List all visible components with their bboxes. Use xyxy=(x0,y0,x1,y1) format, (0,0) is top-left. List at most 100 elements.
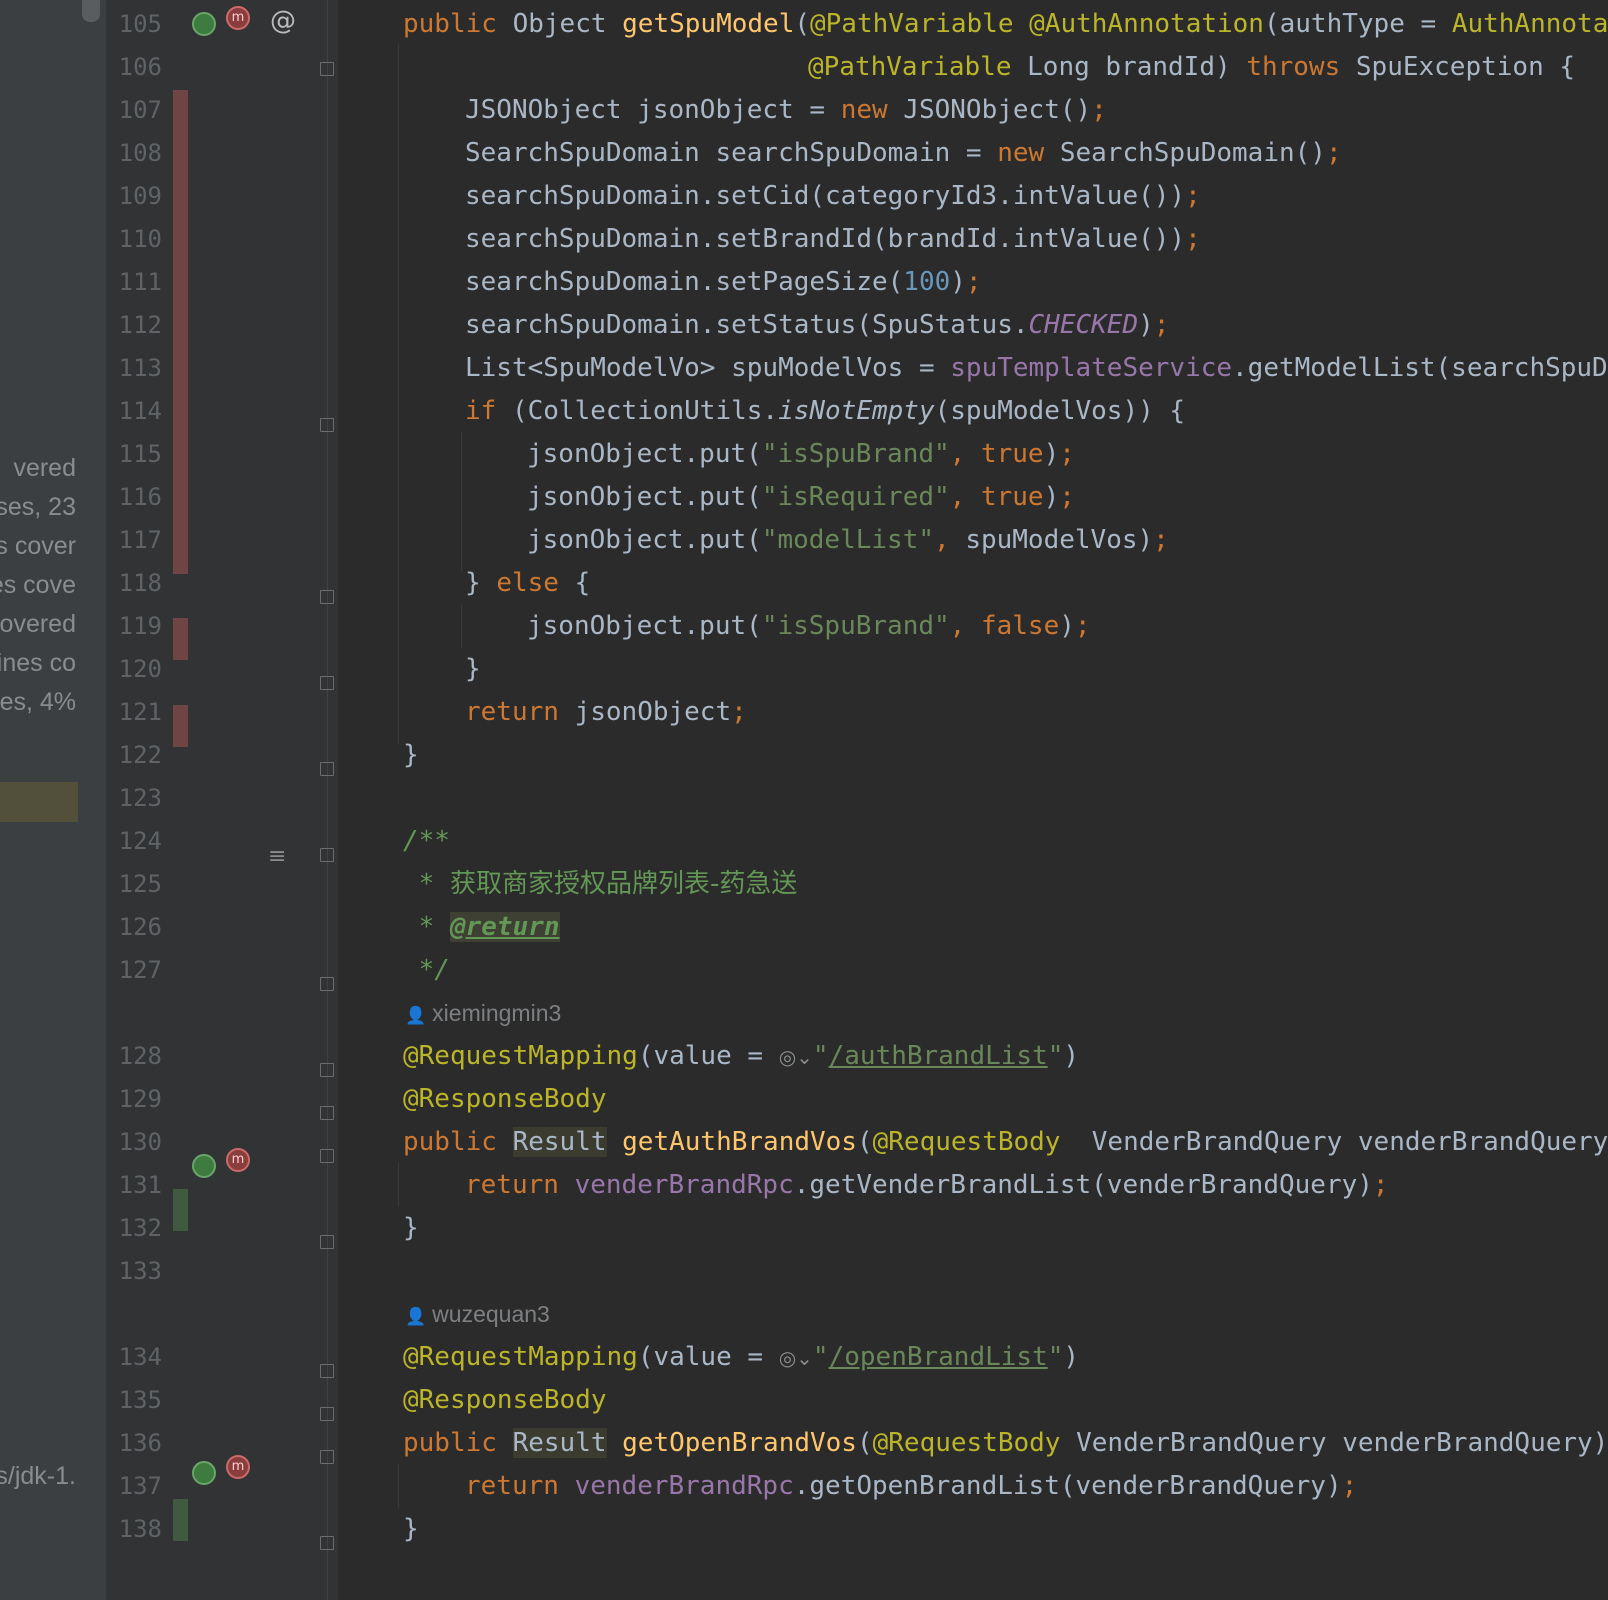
line-number: 109 xyxy=(118,182,162,210)
globe-icon[interactable] xyxy=(192,12,216,36)
globe-dropdown-icon[interactable]: ◎⌄ xyxy=(779,1045,813,1069)
globe-icon[interactable] xyxy=(192,1461,216,1485)
person-icon: 👤 xyxy=(405,1307,427,1326)
globe-dropdown-icon[interactable]: ◎⌄ xyxy=(779,1346,813,1370)
token: jsonObject xyxy=(558,697,732,727)
code-line-134[interactable]: @RequestMapping(value = ◎⌄"/openBrandLis… xyxy=(403,1335,1079,1380)
token: ; xyxy=(731,697,747,727)
token: } xyxy=(465,568,497,598)
coverage-item[interactable]: ses, 23 xyxy=(0,493,76,522)
coverage-item[interactable]: es, 4% xyxy=(0,688,76,717)
coverage-covered-marker[interactable] xyxy=(173,1499,188,1541)
fold-marker[interactable] xyxy=(320,1063,334,1077)
coverage-uncovered-marker[interactable] xyxy=(173,705,188,747)
fold-marker[interactable] xyxy=(320,977,334,991)
fold-marker[interactable] xyxy=(320,1536,334,1550)
code-line-113[interactable]: List<SpuModelVo> spuModelVos = spuTempla… xyxy=(465,346,1608,390)
coverage-item[interactable]: covered xyxy=(0,610,76,639)
code-line-129[interactable]: @ResponseBody xyxy=(403,1077,607,1121)
token: ; xyxy=(1325,138,1342,168)
globe-icon[interactable] xyxy=(192,1154,216,1178)
fold-marker[interactable] xyxy=(320,848,334,862)
indent-guide xyxy=(398,44,399,744)
token: ; xyxy=(1091,95,1107,125)
at-icon[interactable]: @ xyxy=(270,6,296,36)
m-badge-icon[interactable]: m xyxy=(226,1148,250,1172)
coverage-uncovered-marker[interactable] xyxy=(173,618,188,660)
code-line-128[interactable]: @RequestMapping(value = ◎⌄"/authBrandLis… xyxy=(403,1034,1079,1079)
code-line-127[interactable]: */ xyxy=(403,948,450,992)
coverage-item[interactable]: s cover xyxy=(0,532,76,561)
code-line-132[interactable]: } xyxy=(403,1206,419,1250)
code-line-111[interactable]: searchSpuDomain.setPageSize(100); xyxy=(465,260,982,304)
code-line-126[interactable]: * @return xyxy=(403,905,560,949)
token: return xyxy=(465,1170,559,1200)
coverage-uncovered-marker[interactable] xyxy=(173,90,188,574)
code-line-114[interactable]: if (CollectionUtils.isNotEmpty(spuModelV… xyxy=(465,389,1185,433)
m-badge-icon[interactable]: m xyxy=(226,6,250,30)
code-line-107[interactable]: JSONObject jsonObject = new JSONObject()… xyxy=(465,88,1107,132)
panel-scrollbar[interactable] xyxy=(82,0,100,22)
fold-marker[interactable] xyxy=(320,1149,334,1163)
fold-marker[interactable] xyxy=(320,1450,334,1464)
fold-marker[interactable] xyxy=(320,590,334,604)
code-line-124[interactable]: /** xyxy=(403,819,450,863)
code-line-106[interactable]: @PathVariable Long brandId) throws SpuEx… xyxy=(808,45,1575,89)
fold-marker[interactable] xyxy=(320,1364,334,1378)
fold-marker[interactable] xyxy=(320,676,334,690)
code-line-138[interactable]: } xyxy=(403,1507,419,1551)
coverage-item[interactable]: es cove xyxy=(0,571,76,600)
line-number: 134 xyxy=(118,1343,162,1371)
author-inlay[interactable]: 👤 wuzequan3 xyxy=(405,1292,550,1339)
url-link[interactable]: /openBrandList xyxy=(829,1342,1048,1372)
token: .getOpenBrandList(venderBrandQuery) xyxy=(793,1471,1342,1501)
code-line-116[interactable]: jsonObject.put("isRequired", true); xyxy=(527,475,1075,519)
token: ; xyxy=(1153,525,1169,555)
code-line-109[interactable]: searchSpuDomain.setCid(categoryId3.intVa… xyxy=(465,174,1201,218)
code-line-115[interactable]: jsonObject.put("isSpuBrand", true); xyxy=(527,432,1075,476)
line-number: 113 xyxy=(118,354,162,382)
line-number: 117 xyxy=(118,526,162,554)
coverage-item[interactable]: ines co xyxy=(0,649,76,678)
code-line-117[interactable]: jsonObject.put("modelList", spuModelVos)… xyxy=(527,518,1169,562)
code-line-122[interactable]: } xyxy=(403,733,419,777)
code-line-118[interactable]: } else { xyxy=(465,561,590,605)
url-link[interactable]: /authBrandList xyxy=(829,1041,1048,1071)
code-line-119[interactable]: jsonObject.put("isSpuBrand", false); xyxy=(527,604,1091,648)
fold-marker[interactable] xyxy=(320,418,334,432)
code-line-131[interactable]: return venderBrandRpc.getVenderBrandList… xyxy=(465,1163,1389,1207)
m-badge-icon[interactable]: m xyxy=(226,1455,250,1479)
code-line-108[interactable]: SearchSpuDomain searchSpuDomain = new Se… xyxy=(465,131,1342,175)
token: else xyxy=(496,568,559,598)
token: 100 xyxy=(903,267,951,297)
selected-coverage-row[interactable] xyxy=(0,782,78,822)
code-line-136[interactable]: public Result getOpenBrandVos(@RequestBo… xyxy=(403,1421,1608,1465)
render-doc-icon[interactable]: ≡ xyxy=(268,844,292,869)
code-line-121[interactable]: return jsonObject; xyxy=(465,690,747,734)
line-number: 112 xyxy=(118,311,162,339)
coverage-item[interactable]: vered xyxy=(13,454,76,483)
coverage-covered-marker[interactable] xyxy=(173,1189,188,1231)
code-line-120[interactable]: } xyxy=(465,647,481,691)
fold-marker[interactable] xyxy=(320,1106,334,1120)
code-line-135[interactable]: @ResponseBody xyxy=(403,1378,607,1422)
fold-marker[interactable] xyxy=(320,1235,334,1249)
fold-marker[interactable] xyxy=(320,62,334,76)
line-number: 120 xyxy=(118,655,162,683)
panel-divider[interactable] xyxy=(78,0,106,1600)
author-inlay[interactable]: 👤 xiemingmin3 xyxy=(405,991,561,1038)
code-line-125[interactable]: * 获取商家授权品牌列表-药急送 xyxy=(403,862,798,906)
token: Object xyxy=(496,9,623,39)
fold-marker[interactable] xyxy=(320,762,334,776)
code-line-137[interactable]: return venderBrandRpc.getOpenBrandList(v… xyxy=(465,1464,1357,1508)
code-line-105[interactable]: public Object getSpuModel(@PathVariable … xyxy=(403,2,1608,46)
jdk-path-label[interactable]: s/jdk-1. xyxy=(0,1462,76,1491)
code-line-112[interactable]: searchSpuDomain.setStatus(SpuStatus.CHEC… xyxy=(465,303,1169,347)
token: @PathVariable xyxy=(808,52,1012,82)
fold-marker[interactable] xyxy=(320,1407,334,1421)
code-line-110[interactable]: searchSpuDomain.setBrandId(brandId.intVa… xyxy=(465,217,1201,261)
code-line-130[interactable]: public Result getAuthBrandVos(@RequestBo… xyxy=(403,1120,1608,1164)
